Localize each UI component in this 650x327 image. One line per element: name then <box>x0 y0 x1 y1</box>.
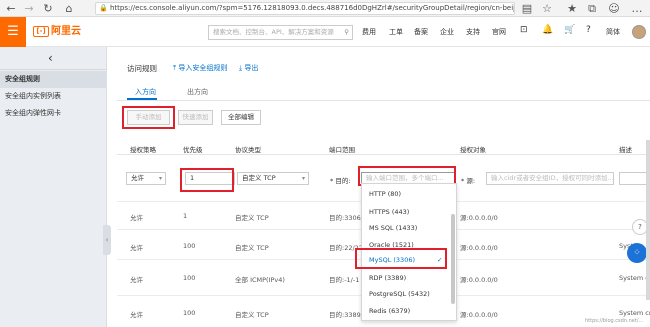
menu-icon[interactable]: ☰ <box>0 17 26 47</box>
row-source: 源:0.0.0.0/0 <box>460 214 498 222</box>
sidebar-divider <box>0 69 107 70</box>
export-label: 导出 <box>244 64 259 72</box>
favorite-star-icon[interactable]: ☆ <box>540 2 554 15</box>
row-protocol: 自定义 TCP <box>235 214 269 222</box>
nav-link-support[interactable]: 支持 <box>466 27 480 37</box>
protocol-select[interactable]: 自定义 TCP ▾ <box>237 172 309 185</box>
page-title: 访问规则 <box>127 64 157 73</box>
search-input[interactable]: 搜索文档、控制台、API、解决方案和资源 ⚲ <box>208 25 353 40</box>
chevron-down-icon: ▾ <box>301 175 305 182</box>
watermark: https://blog.csdn.net/... <box>585 318 644 324</box>
quick-add-button[interactable]: 快速添加 <box>178 110 213 125</box>
sidebar-item-enis[interactable]: 安全组内弹性网卡 <box>0 105 107 122</box>
url-text: https://ecs.console.aliyun.com/?spm=5176… <box>110 4 515 12</box>
policy-select[interactable]: 允许 ▾ <box>126 172 166 185</box>
row-port: 目的:-1/-1 <box>329 276 360 284</box>
sidebar-item-instances[interactable]: 安全组内实例列表 <box>0 88 107 105</box>
help-icon[interactable]: ? <box>586 25 591 35</box>
option-http[interactable]: HTTP (80) <box>362 185 452 204</box>
cart-icon[interactable]: 🛒 <box>564 25 575 35</box>
row-desc: System cre <box>619 309 650 317</box>
col-port: 端口范围 <box>329 146 355 154</box>
cloud-shell-icon[interactable]: ⊡ <box>520 25 528 35</box>
row-priority: 100 <box>183 309 196 317</box>
row-policy: 允许 <box>130 311 143 319</box>
nav-link-tickets[interactable]: 工单 <box>389 27 403 37</box>
avatar[interactable] <box>632 25 646 39</box>
more-menu-icon[interactable]: … <box>630 2 644 15</box>
logo-text: 阿里云 <box>51 26 81 37</box>
col-desc: 描述 <box>619 146 632 154</box>
tab-inbound[interactable]: 入方向 <box>135 87 156 97</box>
policy-value: 允许 <box>131 174 144 182</box>
import-label: 导入安全组规则 <box>178 64 228 72</box>
back-chevron-icon[interactable]: ‹ <box>48 51 53 65</box>
forward-arrow-icon[interactable]: → <box>22 2 36 15</box>
profile-icon[interactable]: ☺ <box>607 2 621 15</box>
browser-toolbar: ← → ↻ ⌂ 🔒 https://ecs.console.aliyun.com… <box>0 0 650 17</box>
chevron-down-icon: ▾ <box>158 175 162 182</box>
export-link[interactable]: ⤓ 导出 <box>239 63 258 73</box>
language-switch[interactable]: 简体 <box>606 27 620 37</box>
bell-icon[interactable]: 🔔 <box>542 25 553 35</box>
source-label: * 源: <box>461 177 476 185</box>
nav-link-filing[interactable]: 备案 <box>414 27 428 37</box>
nav-link-enterprise[interactable]: 企业 <box>440 27 454 37</box>
nav-link-fees[interactable]: 费用 <box>362 27 376 37</box>
highlight-priority <box>180 168 234 192</box>
source-placeholder: 输入cidr或者安全组ID，授权可同时添加... <box>491 174 614 182</box>
row-protocol: 自定义 TCP <box>235 311 269 319</box>
search-icon[interactable]: ⚲ <box>344 26 349 39</box>
console-top-nav: ☰ [-] 阿里云 搜索文档、控制台、API、解决方案和资源 ⚲ 费用 工单 备案… <box>0 17 650 47</box>
row-protocol: 全部 ICMP(IPv4) <box>235 276 285 284</box>
highlight-manual-add <box>122 106 175 129</box>
row-policy: 允许 <box>130 276 143 284</box>
tab-divider <box>117 100 650 101</box>
back-arrow-icon[interactable]: ← <box>4 2 18 15</box>
refresh-icon[interactable]: ↻ <box>41 2 55 15</box>
reader-icon[interactable]: ▤ <box>520 2 534 15</box>
col-source: 授权对象 <box>460 146 486 154</box>
table-header: 授权策略 优先级 协议类型 端口范围 授权对象 描述 <box>117 141 650 155</box>
home-icon[interactable]: ⌂ <box>62 2 76 15</box>
highlight-mysql-option <box>355 248 447 269</box>
sidebar: ‹ 安全组规则 安全组内实例列表 安全组内弹性网卡 ‹ <box>0 47 111 327</box>
page-scrollbar[interactable] <box>646 140 650 300</box>
collections-icon[interactable]: ⧉ <box>585 2 599 15</box>
address-bar[interactable]: 🔒 https://ecs.console.aliyun.com/?spm=51… <box>95 2 515 15</box>
favorites-icon[interactable]: ★ <box>565 2 579 15</box>
row-source: 源:0.0.0.0/0 <box>460 311 498 319</box>
row-policy: 允许 <box>130 214 143 222</box>
col-priority: 优先级 <box>183 146 203 154</box>
row-source: 源:0.0.0.0/0 <box>460 244 498 252</box>
tab-outbound[interactable]: 出方向 <box>187 87 208 97</box>
row-priority: 100 <box>183 242 196 250</box>
nav-link-official-site[interactable]: 官网 <box>492 27 506 37</box>
apps-icon[interactable]: ⁘ <box>627 243 647 263</box>
row-priority: 1 <box>183 212 188 220</box>
logo-mark: [-] <box>33 25 49 37</box>
col-policy: 授权策略 <box>130 146 156 154</box>
sidebar-item-rules[interactable]: 安全组规则 <box>0 71 107 88</box>
dropdown-scrollbar[interactable] <box>451 214 455 304</box>
row-source: 源:0.0.0.0/0 <box>460 276 498 284</box>
row-priority: 100 <box>183 274 196 282</box>
protocol-value: 自定义 TCP <box>242 174 276 182</box>
import-rules-link[interactable]: ⤒ 导入安全组规则 <box>173 63 227 73</box>
aliyun-logo[interactable]: [-] 阿里云 <box>33 25 81 39</box>
sidebar-collapse-handle[interactable]: ‹ <box>103 225 111 255</box>
row-policy: 允许 <box>130 244 143 252</box>
row-protocol: 自定义 TCP <box>235 244 269 252</box>
source-input[interactable]: 输入cidr或者安全组ID，授权可同时添加... <box>486 172 614 185</box>
col-protocol: 协议类型 <box>235 146 261 154</box>
search-placeholder: 搜索文档、控制台、API、解决方案和资源 <box>213 28 334 36</box>
option-redis[interactable]: Redis (6379) <box>362 302 452 321</box>
lock-icon: 🔒 <box>99 4 108 12</box>
edit-all-button[interactable]: 全部编辑 <box>221 110 261 125</box>
port-label: * 目的: <box>330 177 351 185</box>
